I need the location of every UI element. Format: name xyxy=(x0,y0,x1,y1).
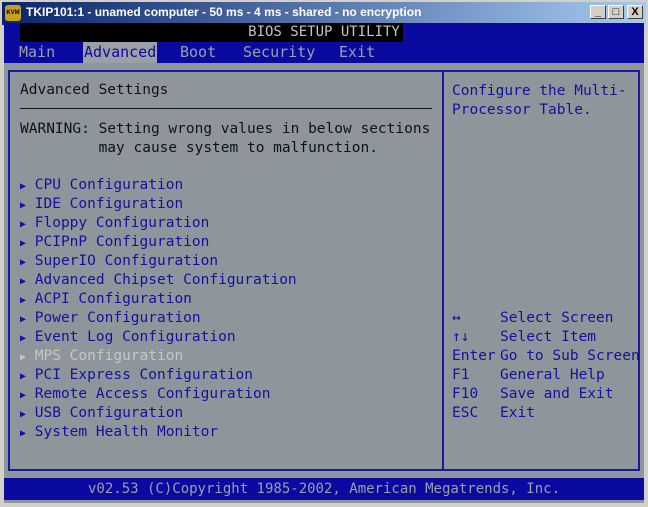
menu-item[interactable]: ▶ PCIPnP Configuration xyxy=(20,233,209,253)
menu-bar: Main Advanced Boot Security Exit xyxy=(4,42,644,63)
menu-item-label: System Health Monitor xyxy=(34,424,219,440)
key-action: Select Item xyxy=(500,329,597,345)
key-label: F10 xyxy=(452,386,479,402)
key-label: Enter xyxy=(452,348,496,364)
key-action: General Help xyxy=(500,367,605,383)
tab-boot[interactable]: Boot xyxy=(179,42,217,63)
menu-item[interactable]: ▶ IDE Configuration xyxy=(20,195,183,215)
key-action: Select Screen xyxy=(500,310,614,326)
menu-item[interactable]: ▶ PCI Express Configuration xyxy=(20,366,253,386)
menu-item[interactable]: ▶ Advanced Chipset Configuration xyxy=(20,271,297,291)
arrow-right-icon: ▶ xyxy=(20,257,27,268)
arrow-right-icon: ▶ xyxy=(20,276,27,287)
key-action: Go to Sub Screen xyxy=(500,348,640,364)
menu-item[interactable]: ▶ Remote Access Configuration xyxy=(20,385,270,405)
footer-copyright: v02.53 (C)Copyright 1985-2002, American … xyxy=(4,478,644,500)
tab-security[interactable]: Security xyxy=(242,42,316,63)
section-divider xyxy=(20,108,432,109)
close-button[interactable]: X xyxy=(627,5,643,19)
menu-item-label: ACPI Configuration xyxy=(34,291,192,307)
bios-title: BIOS SETUP UTILITY xyxy=(248,24,400,40)
window-title: TKIP101:1 - unamed computer - 50 ms - 4 … xyxy=(26,5,422,19)
menu-item-label: PCIPnP Configuration xyxy=(34,234,210,250)
help-text-1: Configure the Multi- xyxy=(452,83,627,99)
menu-item[interactable]: ▶ Event Log Configuration xyxy=(20,328,236,348)
menu-item[interactable]: ▶ CPU Configuration xyxy=(20,176,183,196)
arrow-right-icon: ▶ xyxy=(20,333,27,344)
arrow-right-icon: ▶ xyxy=(20,409,27,420)
arrow-right-icon: ▶ xyxy=(20,371,27,382)
menu-item-label: SuperIO Configuration xyxy=(34,253,219,269)
tab-main[interactable]: Main xyxy=(18,42,56,63)
menu-item-label: Floppy Configuration xyxy=(34,215,210,231)
arrow-right-icon: ▶ xyxy=(20,295,27,306)
tab-advanced[interactable]: Advanced xyxy=(83,42,158,63)
key-action: Exit xyxy=(500,405,535,421)
arrow-right-icon: ▶ xyxy=(20,314,27,325)
menu-item-label: Event Log Configuration xyxy=(34,329,236,345)
menu-item[interactable]: ▶ SuperIO Configuration xyxy=(20,252,218,272)
menu-item-label: Advanced Chipset Configuration xyxy=(34,272,297,288)
menu-item[interactable]: ▶ System Health Monitor xyxy=(20,423,218,443)
key-action: Save and Exit xyxy=(500,386,614,402)
menu-item[interactable]: ▶ USB Configuration xyxy=(20,404,183,424)
bios-screen: BIOS SETUP UTILITY Main Advanced Boot Se… xyxy=(4,23,644,503)
kvm-icon: KVM xyxy=(5,5,21,21)
key-label: ESC xyxy=(452,405,479,421)
panel-divider xyxy=(442,72,444,469)
arrow-right-icon: ▶ xyxy=(20,181,27,192)
menu-item[interactable]: ▶ MPS Configuration xyxy=(20,347,183,367)
menu-item-label: USB Configuration xyxy=(34,405,184,421)
arrow-right-icon: ▶ xyxy=(20,428,27,439)
arrow-right-icon: ▶ xyxy=(20,390,27,401)
minimize-button[interactable]: _ xyxy=(590,5,606,19)
section-title: Advanced Settings xyxy=(20,82,169,98)
menu-item-label: Remote Access Configuration xyxy=(34,386,271,402)
title-bar[interactable]: KVM TKIP101:1 - unamed computer - 50 ms … xyxy=(0,0,648,25)
arrow-right-icon: ▶ xyxy=(20,200,27,211)
key-label: ↔ xyxy=(452,310,461,326)
help-text-2: Processor Table. xyxy=(452,102,592,118)
warning-line-1: WARNING: Setting wrong values in below s… xyxy=(20,121,431,137)
tab-exit[interactable]: Exit xyxy=(338,42,376,63)
menu-item-label: PCI Express Configuration xyxy=(34,367,254,383)
key-label: F1 xyxy=(452,367,470,383)
arrow-right-icon: ▶ xyxy=(20,352,27,363)
arrow-right-icon: ▶ xyxy=(20,238,27,249)
menu-item[interactable]: ▶ Floppy Configuration xyxy=(20,214,209,234)
menu-item-label: IDE Configuration xyxy=(34,196,184,212)
maximize-button[interactable]: □ xyxy=(608,5,624,19)
menu-item-label: CPU Configuration xyxy=(34,177,184,193)
bios-header: BIOS SETUP UTILITY xyxy=(4,23,644,42)
arrow-right-icon: ▶ xyxy=(20,219,27,230)
main-panel: Advanced Settings WARNING: Setting wrong… xyxy=(8,70,640,471)
menu-item-label: Power Configuration xyxy=(34,310,201,326)
menu-item[interactable]: ▶ ACPI Configuration xyxy=(20,290,192,310)
key-label: ↑↓ xyxy=(452,329,470,345)
menu-item-label: MPS Configuration xyxy=(34,348,184,364)
menu-item[interactable]: ▶ Power Configuration xyxy=(20,309,201,329)
warning-line-2: may cause system to malfunction. xyxy=(20,140,378,156)
